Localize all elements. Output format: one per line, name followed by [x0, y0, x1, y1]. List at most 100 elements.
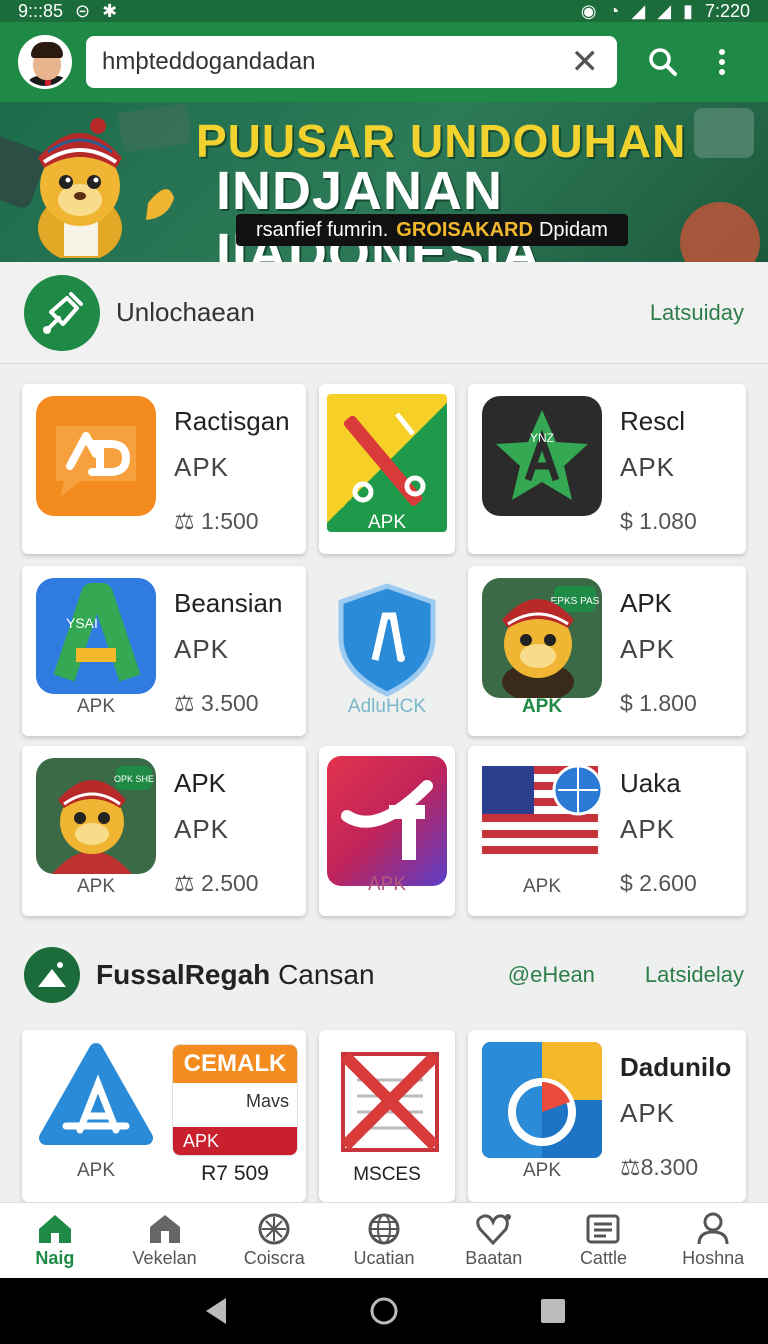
app-name: Dadunilo [620, 1052, 732, 1082]
nav-label: Cattle [579, 1248, 627, 1268]
nav-item-hoshna[interactable]: Hoshna [658, 1203, 768, 1278]
plug-icon [43, 291, 83, 334]
banner-tagline: rsanfief fumrin. GROISAKARD Dpidam [236, 214, 628, 246]
section-filter-link[interactable]: @eHean [508, 962, 595, 988]
app-card-mascot-red[interactable]: OPK SHE APK APK APK ⚖ 2.500 [22, 746, 306, 916]
mascot-app-icon: EPKS PAS [482, 578, 602, 698]
more-vert-icon [719, 49, 726, 75]
app-metric: ⚖ 1:500 [174, 508, 259, 534]
nav-item-baatan[interactable]: Baatan [439, 1203, 549, 1278]
aperture-icon [258, 1213, 290, 1245]
bottom-navigation: Naig Vekelan Coiscra Ucatian Baatan Catt… [0, 1202, 768, 1278]
notification-icon: ⊝ [75, 0, 91, 21]
badge-ynz: YNZ [530, 431, 554, 445]
nav-item-coiscra[interactable]: Coiscra [219, 1203, 329, 1278]
section-title-rest: Cansan [278, 959, 375, 990]
app-card-mascot[interactable]: EPKS PAS APK APK APK $ 1.800 [468, 566, 746, 736]
app-metric: ⚖ 2.500 [174, 870, 259, 896]
chat-app-icon [36, 396, 156, 516]
nav-label: Coiscra [243, 1248, 305, 1268]
app-kind: APK [620, 1098, 676, 1128]
app-sublabel: APK [521, 696, 563, 717]
signal-icon: ◢ [631, 0, 646, 21]
app-metric: $ 1.800 [620, 690, 697, 716]
banner-title-line2: INDJANAN IIADONESIA [216, 161, 540, 262]
app-metric: ⚖ 3.500 [174, 690, 259, 716]
app-name: Uaka [620, 768, 681, 798]
section-see-all-link[interactable]: Latsidelay [645, 962, 744, 988]
nav-label: Vekelan [132, 1248, 197, 1268]
house-icon [149, 1215, 180, 1243]
banner-tagline-accent: GROISAKARD [396, 218, 533, 241]
list-icon [586, 1214, 620, 1244]
app-card-t[interactable]: APK [319, 746, 455, 916]
app-card-rescl[interactable]: YNZ Rescl APK $ 1.080 [468, 384, 746, 554]
app-sublabel: APK [76, 1160, 116, 1181]
app-sublabel: MSCES [353, 1164, 421, 1185]
cemalk-app-icon: CEMALK Mavs APK [172, 1044, 298, 1156]
search-input[interactable] [102, 48, 567, 76]
app-name: APK [174, 768, 227, 798]
app-kind: APK [620, 814, 676, 844]
app-sublabel: APK [522, 1160, 562, 1181]
clear-search-button[interactable]: ✕ [567, 45, 603, 79]
app-card-appstore[interactable]: APK CEMALK Mavs APK R7 509 [22, 1030, 306, 1202]
app-kind: APK [620, 634, 676, 664]
recents-button[interactable] [533, 1291, 573, 1331]
app-card-tools[interactable]: APK [319, 384, 455, 554]
app-sublabel: APK [76, 876, 116, 897]
mascot-red-app-icon: OPK SHE [36, 758, 156, 874]
badge-epk: EPKS PAS [551, 596, 600, 607]
system-navigation-bar [0, 1278, 768, 1344]
back-icon [205, 1298, 226, 1324]
chart-app-icon [482, 1042, 602, 1158]
doc-app-icon [327, 1040, 447, 1158]
appstore-app-icon [36, 1042, 156, 1158]
mavs-label: Mavs [245, 1091, 289, 1111]
home-button[interactable] [364, 1291, 404, 1331]
nav-item-ucatian[interactable]: Ucatian [329, 1203, 439, 1278]
nav-label: Naig [35, 1248, 75, 1268]
alarm-icon: ◉ [580, 0, 597, 21]
search-box: ✕ [86, 36, 617, 88]
nav-item-cattle[interactable]: Cattle [549, 1203, 659, 1278]
back-button[interactable] [195, 1291, 235, 1331]
avatar[interactable] [18, 35, 72, 89]
wifi-icon: ◔ [608, 0, 620, 21]
search-icon [648, 48, 677, 76]
cemalk-label: CEMALK [173, 1045, 297, 1083]
nav-label: Hoshna [682, 1248, 745, 1268]
home-icon [38, 1215, 71, 1243]
heart-icon [475, 1214, 511, 1245]
section-see-all-link[interactable]: Latsuiday [650, 300, 744, 326]
section-header-fussalregah: FussalRegah Cansan @eHean Latsidelay [0, 930, 768, 1020]
section-icon [24, 947, 80, 1003]
app-kind: APK [174, 452, 230, 482]
status-time-right: 7:220 [704, 0, 750, 21]
status-bar: 9:::85 ⊝ ✱ ◉ ◔ ◢ ◢ ▮ 7:220 [0, 0, 768, 22]
nav-item-home[interactable]: Naig [0, 1203, 110, 1278]
app-sublabel: APK [76, 696, 116, 717]
app-sublabel: APK [522, 876, 562, 897]
nav-item-vekelan[interactable]: Vekelan [110, 1203, 220, 1278]
search-button[interactable] [635, 34, 691, 90]
app-card-uaka[interactable]: APK Uaka APK $ 2.600 [468, 746, 746, 916]
banner-tagline-end: Dpidam [538, 218, 608, 241]
app-sublabel: APK [367, 874, 407, 895]
app-bar: ✕ [0, 22, 768, 102]
nav-label: Ucatian [353, 1248, 415, 1268]
shield-app-icon [327, 576, 447, 714]
app-card-ractisgan[interactable]: Ractisgan APK ⚖ 1:500 [22, 384, 306, 554]
app-card-msces[interactable]: MSCES [319, 1030, 455, 1202]
app-card-adluhck[interactable]: AdluHCK [319, 566, 455, 736]
status-time-left: 9:::85 [18, 0, 64, 21]
section-header-unlochaean: Unlochaean Latsuiday [0, 262, 768, 364]
battery-icon: ▮ [683, 0, 693, 21]
overflow-menu-button[interactable] [694, 34, 750, 90]
promo-banner[interactable]: PUUSAR UNDOUHAN INDJANAN IIADONESIA rsan… [0, 102, 768, 262]
app-card-beansian[interactable]: YSAI APK Beansian APK ⚖ 3.500 [22, 566, 306, 736]
home-circle-icon [370, 1297, 398, 1325]
app-card-dadunilo[interactable]: APK Dadunilo APK ⚖8.300 [468, 1030, 746, 1202]
app-metric: $ 1.080 [620, 508, 697, 534]
nav-label: Baatan [465, 1248, 523, 1268]
